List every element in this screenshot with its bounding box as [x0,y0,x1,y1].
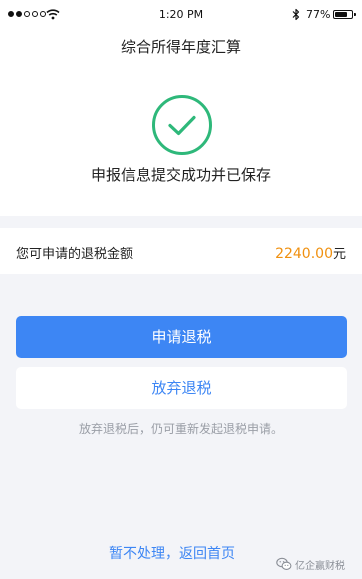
status-bar: 1:20 PM 77% [0,0,362,30]
success-message: 申报信息提交成功并已保存 [90,166,271,184]
abandon-refund-button[interactable]: 放弃退税 [16,367,347,409]
battery-level-fill [335,12,347,17]
refund-amount-group: 2240.00元 [275,243,346,262]
battery-percent: 77% [306,8,331,21]
result-panel: 综合所得年度汇算 申报信息提交成功并已保存 [0,30,362,216]
battery-tip [354,13,356,16]
abandon-hint: 放弃退税后，仍可重新发起退税申请。 [78,422,283,436]
watermark: 亿企赢财税 [276,555,345,573]
apply-refund-button[interactable]: 申请退税 [16,316,347,358]
refund-label: 您可申请的退税金额 [16,247,134,262]
watermark-text: 亿企赢财税 [295,560,345,572]
check-circle-icon [152,95,212,155]
refund-amount: 2240.00 [275,246,333,262]
battery-icon [333,10,353,19]
refund-amount-row: 您可申请的退税金额 2240.00元 [0,228,362,274]
page-title: 综合所得年度汇算 [120,38,241,56]
wechat-logo-icon [276,557,292,570]
refund-unit: 元 [332,247,346,262]
bluetooth-icon [292,8,300,21]
